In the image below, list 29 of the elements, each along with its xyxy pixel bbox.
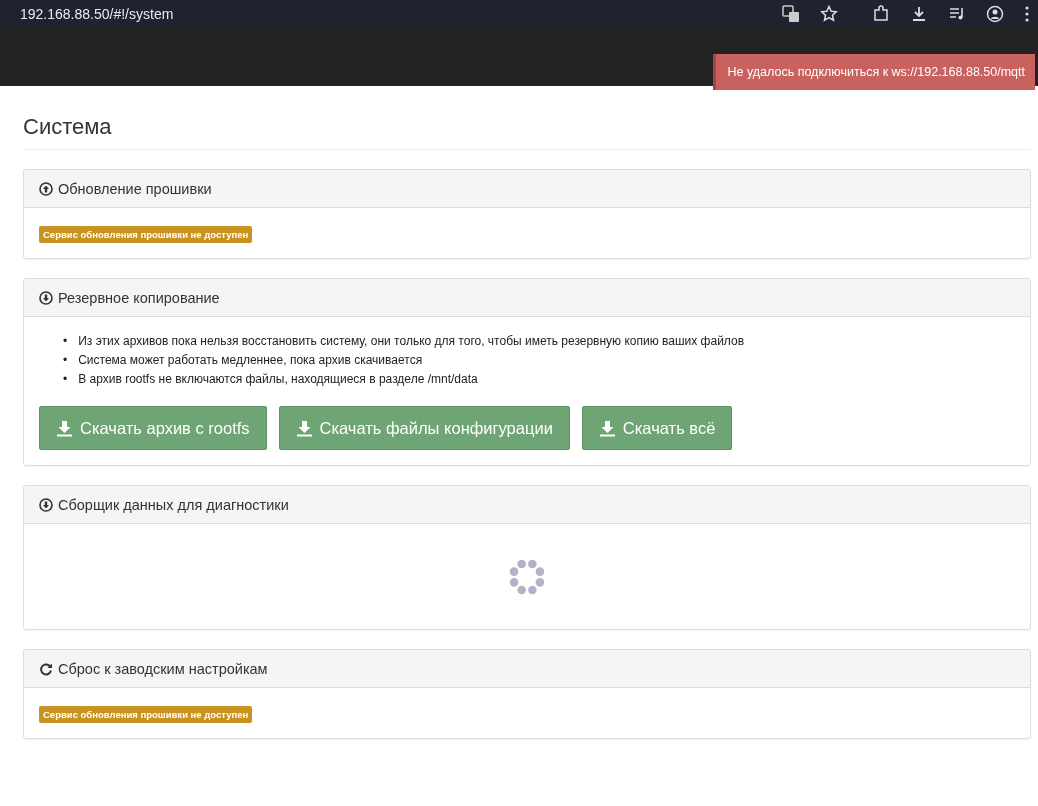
status-label: Сервис обновления прошивки не доступен (39, 226, 253, 243)
panel-title: Сборщик данных для диагностики (58, 496, 289, 513)
download-icon (598, 419, 616, 437)
list-item: Из этих архивов пока нельзя восстановить систему, они только для того, чтобы иметь резервную копию ваших файлов (78, 333, 745, 350)
download-circle-icon (39, 497, 53, 512)
upload-circle-icon (39, 181, 53, 196)
bullet: • (63, 333, 68, 350)
panel-title: Резервное копирование (58, 289, 220, 306)
download-circle-icon (39, 290, 53, 305)
download-button[interactable]: Скачать всё (581, 406, 733, 450)
refresh-icon (39, 661, 53, 676)
panel-title: Сброс к заводским настройкам (58, 660, 268, 677)
error-toast: Не удалось подключиться к ws://192.168.88.50/mqtt (712, 54, 1035, 90)
download-icon (56, 419, 73, 437)
list-item: Система может работать медленнее, пока архив скачивается (78, 352, 423, 369)
panel-title: Обновление прошивки (58, 180, 212, 197)
bullet: • (63, 371, 68, 388)
menu-icon[interactable] (1024, 5, 1030, 23)
download-button[interactable]: Скачать файлы конфигурации (278, 406, 570, 450)
star-icon[interactable] (820, 5, 838, 23)
status-label: Сервис обновления прошивки не доступен (39, 706, 253, 723)
download-button[interactable]: Скачать архив с rootfs (39, 406, 267, 450)
download-icon[interactable] (910, 5, 928, 23)
bullet: • (63, 352, 68, 369)
list-item: В архив rootfs не включаются файлы, находящиеся в разделе /mnt/data (78, 371, 478, 388)
page-title: Система (23, 114, 1031, 150)
profile-icon[interactable] (986, 5, 1004, 23)
download-icon (295, 419, 313, 437)
address-bar-url[interactable]: 192.168.88.50/#!/system (20, 6, 174, 22)
